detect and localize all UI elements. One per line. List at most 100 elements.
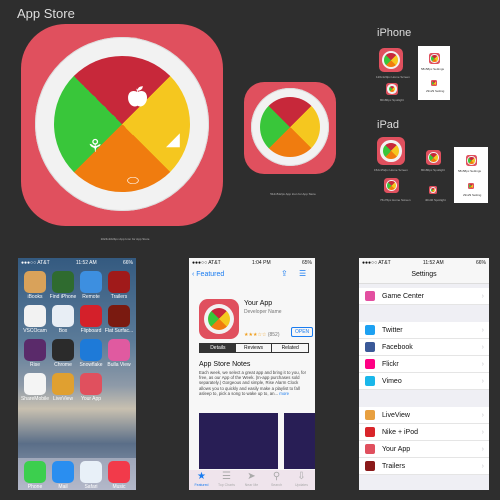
tab-bar: ★ Featured ☰ Top Charts ➤ Near Me ⚲ Search ⇩ Upda…	[189, 470, 315, 490]
app-icon	[365, 427, 375, 437]
settings-row-liveview[interactable]: LiveView ›	[359, 407, 489, 424]
chevron-right-icon: ›	[481, 428, 484, 436]
tab-icon: ★	[197, 471, 206, 482]
home-app-box[interactable]	[52, 305, 74, 327]
chevron-right-icon: ›	[481, 326, 484, 334]
tab-icon: ➤	[247, 471, 256, 482]
iphone-spotlight-icon	[386, 83, 398, 95]
home-app-flipboard[interactable]	[80, 305, 102, 327]
screenshot-2[interactable]	[284, 413, 315, 469]
home-app-flat-surfac-[interactable]	[108, 305, 130, 327]
caption-ipad-home: 152x152px Home Screen	[374, 168, 408, 172]
home-app-label: Bulla View	[107, 362, 131, 368]
caption-iphone-spotlight: 80x80px Spotlight	[380, 98, 404, 102]
settings-row-your-app[interactable]: Your App ›	[359, 441, 489, 458]
app-name: Your App	[244, 300, 273, 307]
dock-app-music[interactable]	[108, 461, 130, 483]
tab-updates[interactable]: ⇩ Updates	[289, 471, 314, 487]
tab-search[interactable]: ⚲ Search	[264, 471, 289, 487]
home-app-liveview[interactable]	[52, 373, 74, 395]
caption-ipad-settings-2x: 58x58px Settings	[458, 169, 482, 173]
home-app-label: Flat Surfac...	[104, 328, 134, 334]
settings-row-twitter[interactable]: Twitter ›	[359, 322, 489, 339]
tab-featured[interactable]: ★ Featured	[189, 471, 214, 487]
settings-row-game-center[interactable]: Game Center ›	[359, 288, 489, 305]
section-title-ipad: iPad	[377, 119, 400, 131]
settings-row-trailers[interactable]: Trailers ›	[359, 458, 489, 475]
dock-app-phone[interactable]	[24, 461, 46, 483]
settings-row-vimeo[interactable]: Vimeo ›	[359, 373, 489, 390]
settings-title: Settings	[359, 268, 489, 284]
home-app-find-iphone[interactable]	[52, 271, 74, 293]
tab-icon: ⇩	[297, 471, 306, 482]
notes-body: Each week, we select a great app and bri…	[199, 370, 307, 396]
home-app-remote[interactable]	[80, 271, 102, 293]
store-page: ●●●○○ AT&T 1:04 PM 65% ‹ Featured ⇪ ☰ Your…	[189, 258, 315, 490]
settings-row-facebook[interactable]: Facebook ›	[359, 339, 489, 356]
app-icon	[365, 444, 375, 454]
status-bar: ●●●○○ AT&T 11:52 AM 66%	[21, 260, 133, 266]
screenshot-1[interactable]	[199, 413, 278, 469]
home-app-vscocam[interactable]	[24, 305, 46, 327]
app-icon-medium	[244, 82, 336, 174]
developer-name[interactable]: Developer Name	[244, 309, 282, 315]
open-button[interactable]: OPEN	[291, 327, 314, 337]
dock-app-mail[interactable]	[52, 461, 74, 483]
tab-top-charts[interactable]: ☰ Top Charts	[214, 471, 239, 487]
caption-iphone-settings-2x: 58x58px Settings	[421, 67, 445, 71]
rating-stars: ★★★☆☆ (852)	[244, 332, 280, 338]
ipad-spotlight-1x-icon	[429, 186, 437, 194]
home-app-sharemobile[interactable]	[24, 373, 46, 395]
settings-row-flickr[interactable]: Flickr ›	[359, 356, 489, 373]
settings-row-nike-ipod[interactable]: Nike + iPod ›	[359, 424, 489, 441]
segment-related[interactable]: Related	[272, 344, 308, 352]
ipad-home-icon	[377, 137, 405, 165]
cheese-icon: ◢	[166, 129, 180, 149]
segment-details[interactable]: Details	[200, 344, 236, 352]
ipad-settings-panel: 58x58px Settings 29x29 Setting	[454, 147, 488, 203]
app-icon	[365, 325, 375, 335]
iphone-settings-panel: 58x58px Settings 29x29 Setting	[418, 46, 450, 100]
list-icon[interactable]: ☰	[299, 269, 306, 278]
app-icon	[199, 299, 239, 339]
app-icon	[365, 359, 375, 369]
chevron-right-icon: ›	[481, 292, 484, 300]
share-icon[interactable]: ⇪	[281, 269, 288, 278]
home-app-snowflake[interactable]	[80, 339, 102, 361]
caption-iphone-home: 120x120px Home Screen	[376, 75, 410, 79]
home-app-ibooks[interactable]	[24, 271, 46, 293]
segment-control[interactable]: Details Reviews Related	[199, 343, 309, 353]
chevron-right-icon: ›	[481, 445, 484, 453]
home-app-rise[interactable]	[24, 339, 46, 361]
home-screen: ●●●○○ AT&T 11:52 AM 66% iBooks Find iPhone R…	[18, 258, 136, 490]
back-button[interactable]: ‹ Featured	[192, 271, 224, 278]
food-pie	[54, 56, 190, 192]
dock-app-safari[interactable]	[80, 461, 102, 483]
chevron-right-icon: ›	[481, 343, 484, 351]
caption-ipad-home-1x: 76x76px Home Screen	[380, 198, 411, 202]
notes-title: App Store Notes	[199, 361, 251, 368]
app-icon	[365, 461, 375, 471]
home-app-bulla-view[interactable]	[108, 339, 130, 361]
more-link[interactable]: more	[279, 391, 289, 396]
apple-icon: 🍎︎	[125, 86, 151, 108]
corn-icon: ⚘	[87, 136, 104, 156]
home-app-your-app[interactable]	[80, 373, 102, 395]
app-icon	[365, 342, 375, 352]
home-app-chrome[interactable]	[52, 339, 74, 361]
iphone-home-icon	[379, 48, 403, 72]
ipad-spotlight-2x-icon	[426, 150, 441, 165]
caption-large-icon: 1024x1024px App Icon for App Store	[100, 237, 150, 241]
tab-near-me[interactable]: ➤ Near Me	[239, 471, 264, 487]
segment-reviews[interactable]: Reviews	[236, 344, 273, 352]
chevron-right-icon: ›	[481, 411, 484, 419]
ipad-home-1x-icon	[384, 178, 399, 193]
settings-page: ●●●○○ AT&T 11:52 AM 66% Settings Game Cent…	[359, 258, 489, 490]
section-title-iphone: iPhone	[377, 27, 412, 39]
home-app-trailers[interactable]	[108, 271, 130, 293]
chevron-right-icon: ›	[481, 462, 484, 470]
app-icon-large: 🍎︎ ◢ ⚘ ⬭	[21, 24, 223, 226]
app-icon	[365, 410, 375, 420]
steak-icon: ⬭	[127, 172, 139, 188]
chevron-right-icon: ›	[481, 377, 484, 385]
